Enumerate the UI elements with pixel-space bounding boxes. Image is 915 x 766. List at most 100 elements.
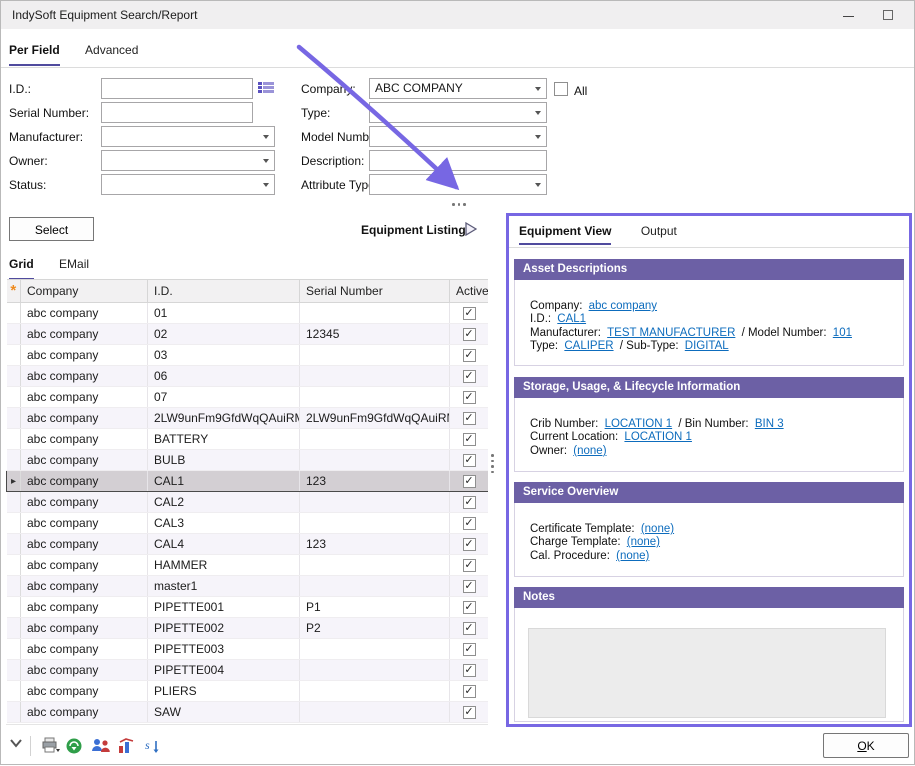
tab-grid[interactable]: Grid — [9, 257, 34, 280]
cell-company: abc company — [21, 660, 148, 681]
minimize-button[interactable] — [832, 1, 866, 29]
active-checkbox[interactable]: ✓ — [463, 706, 476, 719]
tab-per-field[interactable]: Per Field — [9, 43, 60, 66]
table-row[interactable]: abc companyHAMMER✓ — [7, 555, 489, 576]
table-row[interactable]: abc companyPIPETTE002P2✓ — [7, 618, 489, 639]
cell-active: ✓ — [450, 429, 489, 450]
active-checkbox[interactable]: ✓ — [463, 412, 476, 425]
company-dropdown[interactable]: ABC COMPANY — [369, 78, 547, 99]
id-input[interactable] — [101, 78, 253, 99]
table-row[interactable]: ▸abc companyCAL1123✓ — [7, 471, 489, 492]
tab-advanced[interactable]: Advanced — [85, 43, 138, 64]
notes-textarea[interactable] — [528, 628, 886, 718]
table-row[interactable]: abc company07✓ — [7, 387, 489, 408]
active-checkbox[interactable]: ✓ — [463, 433, 476, 446]
asset-manufacturer-link[interactable]: TEST MANUFACTURER — [607, 327, 735, 339]
collapse-chevron-icon[interactable] — [9, 737, 29, 757]
active-checkbox[interactable]: ✓ — [463, 559, 476, 572]
active-checkbox[interactable]: ✓ — [463, 349, 476, 362]
serial-input[interactable] — [101, 102, 253, 123]
column-header-active[interactable]: Active — [450, 280, 489, 303]
asset-id-link[interactable]: CAL1 — [557, 313, 586, 325]
owner-detail-label: Owner: — [530, 445, 567, 457]
active-checkbox[interactable]: ✓ — [463, 664, 476, 677]
splitter-handle-horizontal[interactable] — [452, 203, 468, 206]
active-checkbox[interactable]: ✓ — [463, 391, 476, 404]
table-row[interactable]: abc company01✓ — [7, 303, 489, 324]
owner-dropdown[interactable] — [101, 150, 275, 171]
active-checkbox[interactable]: ✓ — [463, 475, 476, 488]
tab-output[interactable]: Output — [641, 224, 677, 243]
attribute-type-dropdown[interactable] — [369, 174, 547, 195]
column-header-company[interactable]: Company — [21, 280, 148, 303]
current-location-link[interactable]: LOCATION 1 — [624, 431, 692, 443]
cell-serial: P2 — [300, 618, 450, 639]
row-indicator — [7, 366, 21, 387]
active-checkbox[interactable]: ✓ — [463, 643, 476, 656]
type-dropdown[interactable] — [369, 102, 547, 123]
tab-email[interactable]: EMail — [59, 257, 89, 278]
all-checkbox[interactable] — [554, 82, 568, 96]
table-row[interactable]: abc companyBULB✓ — [7, 450, 489, 471]
column-header-serial[interactable]: Serial Number — [300, 280, 450, 303]
row-indicator — [7, 492, 21, 513]
certificate-template-link[interactable]: (none) — [641, 523, 674, 535]
asset-subtype-link[interactable]: DIGITAL — [685, 340, 729, 352]
status-dropdown[interactable] — [101, 174, 275, 195]
active-checkbox[interactable]: ✓ — [463, 370, 476, 383]
active-checkbox[interactable]: ✓ — [463, 307, 476, 320]
table-row[interactable]: abc company2LW9unFm9GfdWqQAuiRMLI2LW9unF… — [7, 408, 489, 429]
active-checkbox[interactable]: ✓ — [463, 580, 476, 593]
table-row[interactable]: abc companyPIPETTE001P1✓ — [7, 597, 489, 618]
table-row[interactable]: abc companyCAL2✓ — [7, 492, 489, 513]
table-row[interactable]: abc company03✓ — [7, 345, 489, 366]
section-service-overview: Service Overview Certificate Template: (… — [514, 482, 904, 577]
cell-active: ✓ — [450, 639, 489, 660]
table-row[interactable]: abc company06✓ — [7, 366, 489, 387]
sort-icon[interactable]: s — [143, 737, 163, 757]
tab-equipment-view[interactable]: Equipment View — [519, 224, 611, 245]
browse-equipment-icon[interactable] — [257, 80, 277, 99]
cell-serial — [300, 660, 450, 681]
active-checkbox[interactable]: ✓ — [463, 601, 476, 614]
cal-procedure-link[interactable]: (none) — [616, 550, 649, 562]
asset-company-link[interactable]: abc company — [589, 300, 657, 312]
table-row[interactable]: abc companySAW✓ — [7, 702, 489, 723]
active-checkbox[interactable]: ✓ — [463, 538, 476, 551]
active-checkbox[interactable]: ✓ — [463, 496, 476, 509]
cell-id: 03 — [148, 345, 300, 366]
active-checkbox[interactable]: ✓ — [463, 622, 476, 635]
table-row[interactable]: abc companyPLIERS✓ — [7, 681, 489, 702]
bin-number-link[interactable]: BIN 3 — [755, 418, 784, 430]
table-row[interactable]: abc companyBATTERY✓ — [7, 429, 489, 450]
active-checkbox[interactable]: ✓ — [463, 517, 476, 530]
owner-detail-link[interactable]: (none) — [573, 445, 606, 457]
manufacturer-dropdown[interactable] — [101, 126, 275, 147]
table-row[interactable]: abc companyPIPETTE003✓ — [7, 639, 489, 660]
users-icon[interactable] — [91, 737, 111, 757]
crib-number-label: Crib Number: — [530, 418, 598, 430]
asset-type-link[interactable]: CALIPER — [564, 340, 613, 352]
table-row[interactable]: abc companymaster1✓ — [7, 576, 489, 597]
splitter-handle-vertical[interactable] — [491, 454, 494, 473]
design-icon[interactable] — [117, 737, 137, 757]
ok-button[interactable]: OK — [823, 733, 909, 758]
active-checkbox[interactable]: ✓ — [463, 328, 476, 341]
asset-model-link[interactable]: 101 — [833, 327, 852, 339]
description-input[interactable] — [369, 150, 547, 171]
maximize-button[interactable] — [872, 1, 906, 29]
crib-number-link[interactable]: LOCATION 1 — [605, 418, 673, 430]
table-row[interactable]: abc companyCAL3✓ — [7, 513, 489, 534]
export-icon[interactable] — [65, 737, 85, 757]
run-listing-icon[interactable] — [465, 222, 477, 239]
active-checkbox[interactable]: ✓ — [463, 685, 476, 698]
column-header-id[interactable]: I.D. — [148, 280, 300, 303]
select-button[interactable]: Select — [9, 217, 94, 241]
model-dropdown[interactable] — [369, 126, 547, 147]
active-checkbox[interactable]: ✓ — [463, 454, 476, 467]
table-row[interactable]: abc companyPIPETTE004✓ — [7, 660, 489, 681]
table-row[interactable]: abc company0212345✓ — [7, 324, 489, 345]
charge-template-link[interactable]: (none) — [627, 536, 660, 548]
print-icon[interactable] — [41, 737, 61, 757]
table-row[interactable]: abc companyCAL4123✓ — [7, 534, 489, 555]
